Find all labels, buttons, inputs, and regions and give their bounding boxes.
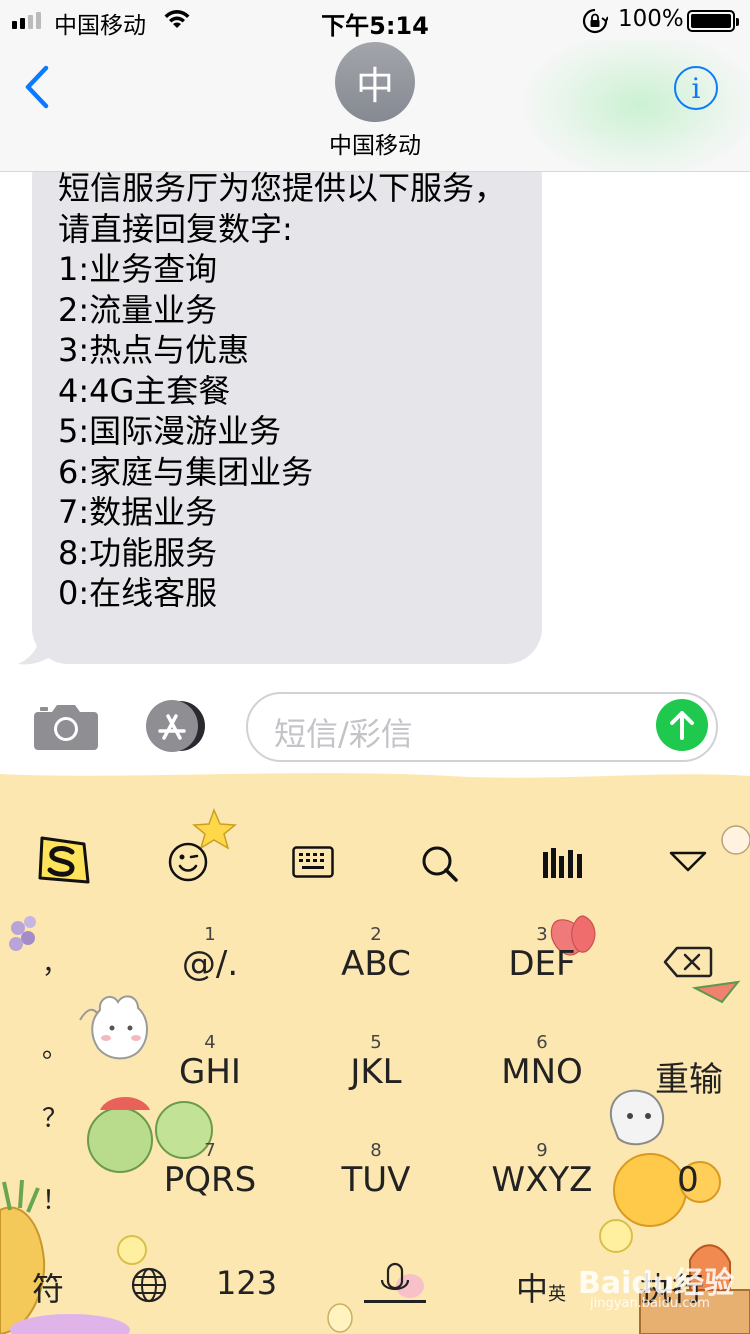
key-number: 5 [370,1032,382,1053]
message-line: 0:在线客服 [58,574,218,612]
key-number: 3 [536,924,548,945]
compose-bar: 短信/彩信 [0,682,750,770]
chevron-left-icon [25,65,49,109]
chevron-down-icon [669,851,707,872]
globe-key[interactable] [130,1266,168,1312]
delete-key[interactable] [660,946,716,987]
key-number: 4 [204,1032,216,1053]
key-1[interactable]: @/. [160,944,260,984]
message-line: 7:数据业务 [58,493,218,531]
key-number: 6 [536,1032,548,1053]
execute-key[interactable]: 执行 [640,1264,704,1310]
message-input[interactable]: 短信/彩信 [246,692,718,762]
send-button[interactable] [656,699,708,751]
search-icon [422,846,458,882]
key-2[interactable]: ABC [316,944,436,984]
contact-name[interactable]: 中国移动 [0,126,750,160]
key-3[interactable]: DEF [482,944,602,984]
key-8[interactable]: TUV [316,1160,436,1200]
sogou-keyboard: ， 。 ？ ！ 1 @/. 2 ABC 3 DEF 4 GHI 5 JKL 6 … [0,770,750,1334]
language-en-label: 英 [548,1284,567,1305]
key-number: 2 [370,924,382,945]
emoji-icon [168,842,208,882]
key-5[interactable]: JKL [316,1052,436,1092]
message-line: 4:4G主套餐 [58,371,231,410]
key-6[interactable]: MNO [482,1052,602,1092]
key-number: 8 [370,1140,382,1161]
globe-icon [131,1267,167,1303]
key-0[interactable]: 0 [660,1160,716,1200]
collapse-keyboard-button[interactable] [668,850,708,878]
conversation-header: 中 中国移动 i [0,40,750,172]
punct-comma[interactable]: ， [40,944,70,981]
message-line: 3:热点与优惠 [58,331,250,369]
keyboard-switch-button[interactable] [292,846,334,882]
message-line: 8:功能服务 [58,533,218,572]
punct-period[interactable]: 。 [40,1028,70,1065]
app-store-button[interactable] [140,700,212,752]
rotation-lock-icon [582,8,609,38]
app-store-icon [146,700,205,752]
keyboard-icon [292,846,334,878]
camera-icon [34,705,98,750]
battery-percent: 100% [618,6,684,32]
message-line: 短信服务厅为您提供以下服务， [58,172,507,207]
reinput-key[interactable]: 重输 [644,1052,734,1101]
key-7[interactable]: PQRS [150,1160,270,1200]
emoji-button[interactable] [168,842,208,886]
key-number: 7 [204,1140,216,1161]
symbol-key[interactable]: 符 [32,1264,64,1310]
handwriting-button[interactable] [542,846,586,884]
camera-button[interactable] [34,702,98,750]
punct-exclaim[interactable]: ！ [40,1180,70,1217]
arrow-up-icon [670,711,694,740]
key-9[interactable]: WXYZ [476,1160,608,1200]
message-line: 1:业务查询 [58,250,218,288]
microphone-icon [364,1262,426,1303]
key-number: 9 [536,1140,548,1161]
message-line: 2:流量业务 [58,290,218,329]
back-button[interactable] [20,62,60,112]
sogou-logo-button[interactable] [36,834,90,890]
message-line: 6:家庭与集团业务 [58,452,314,491]
message-line: 请直接回复数字: [58,209,293,248]
handwrite-icon [543,848,582,878]
battery-icon [687,10,739,32]
punct-question[interactable]: ？ [40,1098,70,1135]
backspace-icon [663,946,713,978]
status-bar: 中国移动 下午5:14 100% [0,0,750,40]
number-mode-key[interactable]: 123 [216,1264,277,1302]
incoming-message-bubble[interactable]: 短信服务厅为您提供以下服务， 请直接回复数字: 1:业务查询 2:流量业务 3:… [32,172,542,664]
message-input-placeholder: 短信/彩信 [274,715,413,753]
language-switch-key[interactable]: 中英 [516,1264,566,1310]
sogou-logo-icon [38,836,90,884]
message-line: 5:国际漫游业务 [58,412,282,450]
key-number: 1 [204,924,216,945]
info-button[interactable]: i [674,66,718,110]
key-4[interactable]: GHI [160,1052,260,1092]
voice-input-key[interactable] [362,1260,428,1314]
language-zh-label: 中 [516,1270,549,1308]
contact-avatar[interactable]: 中 [335,42,415,122]
message-list[interactable]: 短信服务厅为您提供以下服务， 请直接回复数字: 1:业务查询 2:流量业务 3:… [0,172,750,682]
search-button[interactable] [420,844,460,888]
